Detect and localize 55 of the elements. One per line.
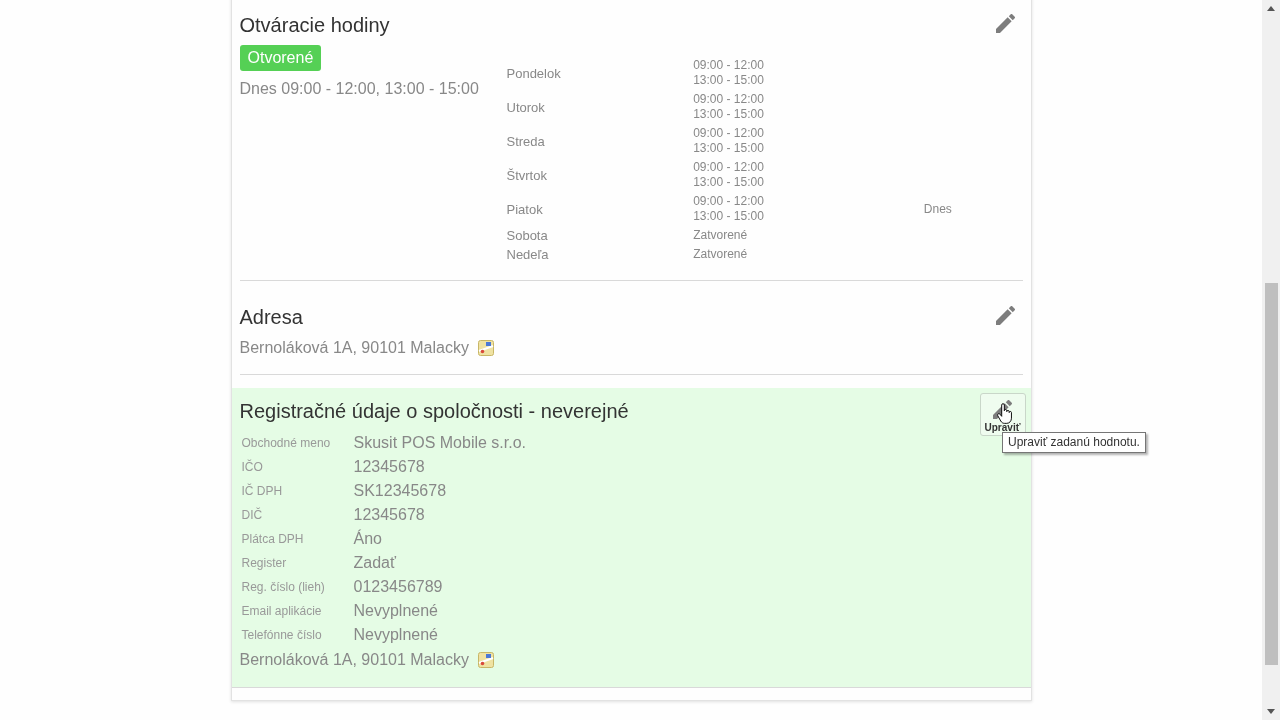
field-label: Reg. číslo (lieh) (241, 580, 325, 594)
field-label: Email aplikácie (241, 604, 322, 618)
day-label: Utorok (506, 99, 545, 115)
field-value: 12345678 (353, 458, 425, 475)
field-label: Register (241, 556, 287, 570)
hours-text: 13:00 - 15:00 (693, 107, 765, 122)
map-icon[interactable] (477, 340, 494, 356)
field-label: Obchodné meno (241, 436, 331, 450)
field-value: 0123456789 (353, 578, 443, 595)
scrollbar[interactable] (1262, 0, 1280, 720)
down-arrow-icon[interactable] (1267, 709, 1275, 714)
field-value: Nevyplnené (353, 626, 438, 643)
hours-text: 09:00 - 12:00 (693, 194, 765, 209)
field-value: SK12345678 (353, 482, 447, 499)
hours-text: Zatvorené (693, 247, 749, 262)
tooltip: Upraviť zadanú hodnotu. (1002, 432, 1146, 453)
hours-text: Zatvorené (693, 228, 749, 243)
today-label: Dnes (923, 201, 952, 216)
hours-text: 13:00 - 15:00 (693, 209, 765, 224)
field-value: Zadať (353, 554, 396, 571)
field-value: Skusit POS Mobile s.r.o. (353, 434, 526, 451)
field-value: Nevyplnené (353, 602, 438, 619)
section-title: Otváracie hodiny (239, 13, 391, 38)
field-label: IČO (241, 460, 263, 474)
up-arrow-icon[interactable] (1267, 6, 1275, 11)
field-value: 12345678 (353, 506, 425, 523)
hours-text: 13:00 - 15:00 (693, 175, 765, 190)
field-value: Áno (353, 530, 382, 547)
pencil-icon (996, 14, 1015, 33)
day-label: Štvrtok (506, 167, 547, 183)
pencil-icon (996, 306, 1015, 325)
hours-text: 09:00 - 12:00 (693, 58, 765, 73)
section-title: Registračné údaje o spoločnosti - neverejné (239, 399, 630, 424)
day-label: Streda (506, 133, 545, 149)
hours-text: 09:00 - 12:00 (693, 126, 765, 141)
hours-text: 13:00 - 15:00 (693, 73, 765, 88)
section-title: Adresa (239, 305, 304, 330)
map-icon[interactable] (477, 652, 494, 668)
field-label: IČ DPH (241, 484, 283, 498)
status-badge: Otvorené (239, 45, 322, 71)
field-label: Telefónne číslo (241, 628, 322, 642)
address-text: Bernoláková 1A, 90101 Malacky (239, 650, 469, 670)
day-label: Sobota (506, 228, 548, 243)
field-label: Plátca DPH (241, 532, 304, 546)
day-label: Pondelok (506, 65, 561, 81)
hours-text: 13:00 - 15:00 (693, 141, 765, 156)
day-label: Nedeľa (506, 247, 549, 262)
day-label: Piatok (506, 201, 543, 217)
hours-text: 09:00 - 12:00 (693, 92, 765, 107)
hand-cursor-icon (997, 403, 1012, 424)
field-label: DIČ (241, 508, 263, 522)
today-hours: Dnes 09:00 - 12:00, 13:00 - 15:00 (239, 79, 479, 99)
address-text: Bernoláková 1A, 90101 Malacky (239, 338, 469, 358)
hours-text: 09:00 - 12:00 (693, 160, 765, 175)
scrollbar-thumb[interactable] (1264, 283, 1278, 665)
